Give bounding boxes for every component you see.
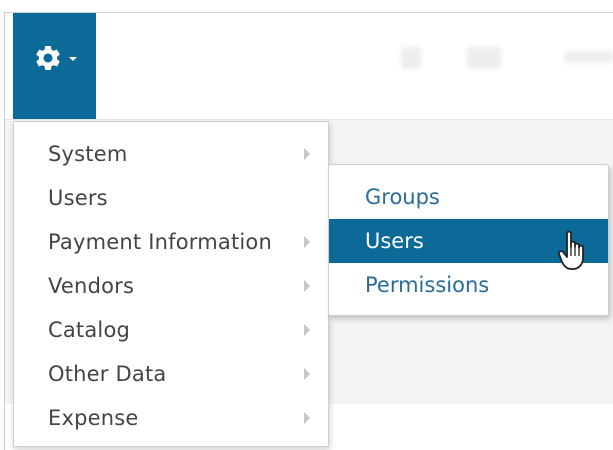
submenu-item-label: Permissions: [365, 273, 490, 297]
top-header-bar: [5, 13, 613, 119]
settings-dropdown-menu: System Users Payment Information Vendors…: [13, 121, 329, 447]
blurred-header-icon: [401, 47, 421, 69]
chevron-right-icon: [304, 148, 310, 160]
menu-item-other-data[interactable]: Other Data: [14, 352, 328, 396]
app-window: System Users Payment Information Vendors…: [0, 0, 613, 450]
caret-down-icon: [68, 57, 77, 61]
chevron-right-icon: [304, 280, 310, 292]
hand-pointer-icon: [558, 230, 584, 270]
submenu-item-label: Users: [365, 229, 424, 253]
settings-menu-button[interactable]: [13, 13, 96, 119]
menu-item-label: System: [48, 142, 128, 166]
menu-item-label: Other Data: [48, 362, 167, 386]
menu-item-vendors[interactable]: Vendors: [14, 264, 328, 308]
settings-button-content: [33, 43, 77, 73]
chevron-right-icon: [304, 324, 310, 336]
blurred-header-icon: [467, 47, 501, 69]
menu-item-payment-information[interactable]: Payment Information: [14, 220, 328, 264]
menu-item-label: Payment Information: [48, 230, 272, 254]
menu-item-label: Expense: [48, 406, 139, 430]
menu-item-system[interactable]: System: [14, 132, 328, 176]
chevron-right-icon: [304, 412, 310, 424]
chevron-right-icon: [304, 368, 310, 380]
gear-icon: [35, 45, 60, 70]
menu-item-label: Vendors: [48, 274, 135, 298]
menu-item-users[interactable]: Users: [14, 176, 328, 220]
menu-item-label: Catalog: [48, 318, 131, 342]
submenu-item-groups[interactable]: Groups: [329, 175, 608, 219]
menu-item-expense[interactable]: Expense: [14, 396, 328, 440]
menu-item-catalog[interactable]: Catalog: [14, 308, 328, 352]
menu-item-label: Users: [48, 186, 108, 210]
chevron-right-icon: [304, 236, 310, 248]
submenu-item-label: Groups: [365, 185, 440, 209]
blurred-header-icon: [565, 51, 613, 63]
